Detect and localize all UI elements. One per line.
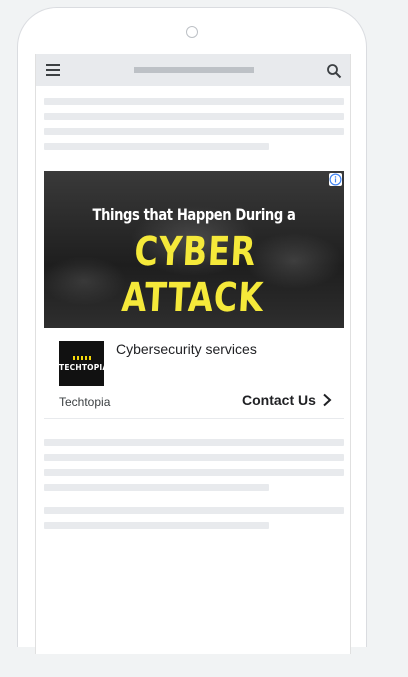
placeholder-text-line [44,439,344,446]
ad-divider [44,418,344,419]
placeholder-text-line [44,143,269,150]
logo-wordmark: TECHTOPIA [59,363,109,372]
advertiser-logo[interactable]: TECHTOPIA [59,341,109,386]
search-icon[interactable] [326,63,342,79]
contact-us-button[interactable]: Contact Us [242,391,332,409]
address-bar-placeholder[interactable] [134,67,254,73]
phone-frame: Things that Happen During a CYBER ATTACK… [17,7,367,654]
hamburger-menu-icon[interactable] [46,64,60,76]
ad-image[interactable]: Things that Happen During a CYBER ATTACK [44,171,344,328]
ad-image-headline: Things that Happen During a [92,205,296,224]
placeholder-text-line [44,522,269,529]
ad-card[interactable]: Things that Happen During a CYBER ATTACK… [44,171,344,419]
placeholder-text-line [44,484,269,491]
placeholder-text-line [44,507,344,514]
placeholder-text-line [44,454,344,461]
browser-toolbar [36,54,350,86]
placeholder-text-line [44,469,344,476]
phone-screen: Things that Happen During a CYBER ATTACK… [35,54,351,654]
placeholder-text-line [44,128,344,135]
ad-title[interactable]: Cybersecurity services [116,341,257,357]
placeholder-text-line [44,98,344,105]
contact-us-label: Contact Us [242,392,316,408]
advertiser-name[interactable]: Techtopia [59,395,110,409]
chevron-right-icon [323,393,332,407]
camera-icon [186,26,198,38]
placeholder-text-line [44,113,344,120]
info-icon[interactable] [329,173,342,186]
logo-stripe-graphic [73,356,91,360]
ad-image-headline-emphasis: CYBER ATTACK [120,229,266,321]
